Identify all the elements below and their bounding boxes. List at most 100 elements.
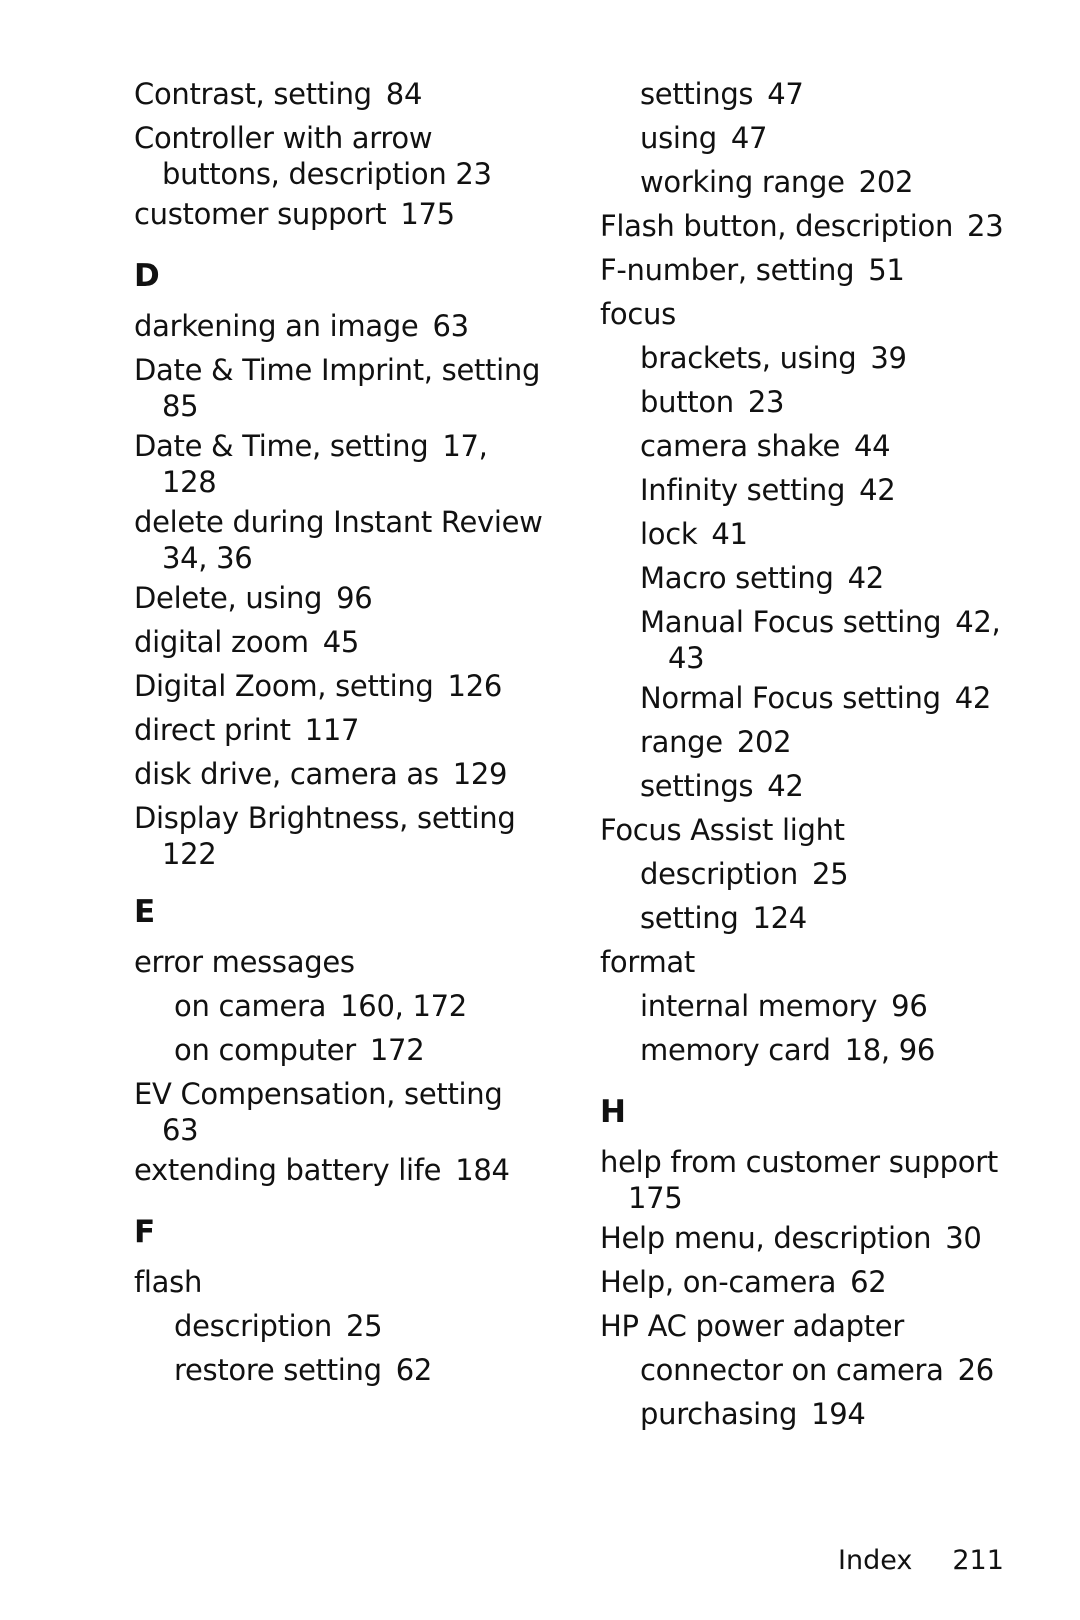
index-entry: direct print 117 xyxy=(134,708,554,752)
entry-page-ref[interactable]: 25 xyxy=(812,857,849,891)
index-subentry: setting 124 xyxy=(600,896,1040,940)
index-subentry: purchasing 194 xyxy=(600,1392,1040,1436)
entry-term: F-number, setting xyxy=(600,253,855,287)
entry-term: help from customer support xyxy=(600,1145,998,1179)
index-subentry: Normal Focus setting 42 xyxy=(600,676,1040,720)
index-subentry: settings 47 xyxy=(600,72,1040,116)
index-section-letter: H xyxy=(600,1094,626,1130)
entry-page-ref[interactable]: 129 xyxy=(453,757,508,791)
entry-term: description xyxy=(174,1309,332,1343)
index-entry: focus xyxy=(600,292,1040,336)
index-subentry: on computer 172 xyxy=(134,1028,554,1072)
entry-page-ref[interactable]: 96 xyxy=(891,989,928,1023)
entry-page-ref[interactable]: 26 xyxy=(958,1353,995,1387)
entry-continuation[interactable]: buttons, description 23 xyxy=(134,156,554,192)
entry-page-ref[interactable]: 62 xyxy=(396,1353,433,1387)
entry-continuation[interactable]: 175 xyxy=(600,1180,1040,1216)
index-entry: HP AC power adapter xyxy=(600,1304,1040,1348)
entry-page-ref[interactable]: 17, xyxy=(442,429,488,463)
entry-page-ref[interactable]: 42 xyxy=(955,681,992,715)
entry-page-ref[interactable]: 41 xyxy=(711,517,748,551)
entry-page-ref[interactable]: 47 xyxy=(767,77,804,111)
entry-page-ref[interactable]: 126 xyxy=(448,669,503,703)
entry-page-ref[interactable]: 160, 172 xyxy=(340,989,467,1023)
entry-page-ref[interactable]: 25 xyxy=(346,1309,383,1343)
entry-term: on computer xyxy=(174,1033,356,1067)
entry-page-ref[interactable]: 42 xyxy=(859,473,896,507)
index-subentry: brackets, using 39 xyxy=(600,336,1040,380)
entry-page-ref[interactable]: 124 xyxy=(752,901,807,935)
entry-term: Digital Zoom, setting xyxy=(134,669,434,703)
index-entry: flash xyxy=(134,1260,554,1304)
entry-term: Date & Time Imprint, setting xyxy=(134,353,541,387)
entry-page-ref[interactable]: 18, 96 xyxy=(845,1033,936,1067)
entry-page-ref[interactable]: 202 xyxy=(737,725,792,759)
entry-term: EV Compensation, setting xyxy=(134,1077,503,1111)
index-subentry: description 25 xyxy=(134,1304,554,1348)
entry-page-ref[interactable]: 84 xyxy=(386,77,423,111)
entry-page-ref[interactable]: 45 xyxy=(323,625,360,659)
entry-term: restore setting xyxy=(174,1353,382,1387)
entry-page-ref[interactable]: 184 xyxy=(455,1153,510,1187)
entry-term: digital zoom xyxy=(134,625,309,659)
entry-term: darkening an image xyxy=(134,309,419,343)
entry-term: range xyxy=(640,725,723,759)
entry-term: Date & Time, setting xyxy=(134,429,429,463)
entry-page-ref[interactable]: 39 xyxy=(870,341,907,375)
entry-page-ref[interactable]: 44 xyxy=(854,429,891,463)
entry-page-ref[interactable]: 202 xyxy=(859,165,914,199)
index-entry: Focus Assist light xyxy=(600,808,1040,852)
entry-continuation[interactable]: 122 xyxy=(134,836,554,872)
index-entry: Flash button, description 23 xyxy=(600,204,1040,248)
entry-term: using xyxy=(640,121,717,155)
entry-page-ref[interactable]: 23 xyxy=(967,209,1004,243)
entry-continuation[interactable]: 34, 36 xyxy=(134,540,554,576)
entry-page-ref[interactable]: 51 xyxy=(868,253,905,287)
entry-page-ref[interactable]: 96 xyxy=(336,581,373,615)
entry-term: lock xyxy=(640,517,698,551)
entry-term: button xyxy=(640,385,734,419)
index-subentry: restore setting 62 xyxy=(134,1348,554,1392)
entry-page-ref[interactable]: 172 xyxy=(370,1033,425,1067)
entry-continuation[interactable]: 128 xyxy=(134,464,554,500)
index-entry: customer support 175 xyxy=(134,192,554,236)
entry-term: Help menu, description xyxy=(600,1221,932,1255)
entry-term: connector on camera xyxy=(640,1353,944,1387)
entry-term: memory card xyxy=(640,1033,831,1067)
entry-page-ref[interactable]: 23 xyxy=(748,385,785,419)
entry-term: customer support xyxy=(134,197,387,231)
entry-term: camera shake xyxy=(640,429,840,463)
entry-term: Infinity setting xyxy=(640,473,846,507)
entry-continuation[interactable]: 85 xyxy=(134,388,554,424)
entry-continuation[interactable]: 63 xyxy=(134,1112,554,1148)
entry-page-ref[interactable]: 42, xyxy=(955,605,1001,639)
entry-page-ref[interactable]: 117 xyxy=(305,713,360,747)
entry-continuation[interactable]: 43 xyxy=(640,640,1040,676)
entry-page-ref[interactable]: 30 xyxy=(945,1221,982,1255)
entry-page-ref[interactable]: 63 xyxy=(432,309,469,343)
entry-page-ref[interactable]: 42 xyxy=(767,769,804,803)
entry-term: purchasing xyxy=(640,1397,798,1431)
entry-page-ref[interactable]: 42 xyxy=(848,561,885,595)
footer-section-label: Index xyxy=(838,1545,913,1576)
entry-page-ref[interactable]: 175 xyxy=(400,197,455,231)
index-entry: disk drive, camera as 129 xyxy=(134,752,554,796)
index-entry: format xyxy=(600,940,1040,984)
entry-page-ref[interactable]: 47 xyxy=(731,121,768,155)
index-subentry: connector on camera 26 xyxy=(600,1348,1040,1392)
entry-page-ref[interactable]: 194 xyxy=(811,1397,866,1431)
index-section-letter: D xyxy=(134,258,160,294)
index-entry: Digital Zoom, setting 126 xyxy=(134,664,554,708)
footer-page-number: 211 xyxy=(952,1545,1004,1576)
entry-term: extending battery life xyxy=(134,1153,442,1187)
index-subentry: using 47 xyxy=(600,116,1040,160)
entry-term: working range xyxy=(640,165,845,199)
index-entry: Contrast, setting 84 xyxy=(134,72,554,116)
entry-page-ref[interactable]: 62 xyxy=(850,1265,887,1299)
entry-term: delete during Instant Review xyxy=(134,505,543,539)
index-entry: Date & Time Imprint, setting 85 xyxy=(134,348,554,424)
index-entry: Delete, using 96 xyxy=(134,576,554,620)
index-entry: Help, on-camera 62 xyxy=(600,1260,1040,1304)
index-subentry: Infinity setting 42 xyxy=(600,468,1040,512)
index-entry: Help menu, description 30 xyxy=(600,1216,1040,1260)
